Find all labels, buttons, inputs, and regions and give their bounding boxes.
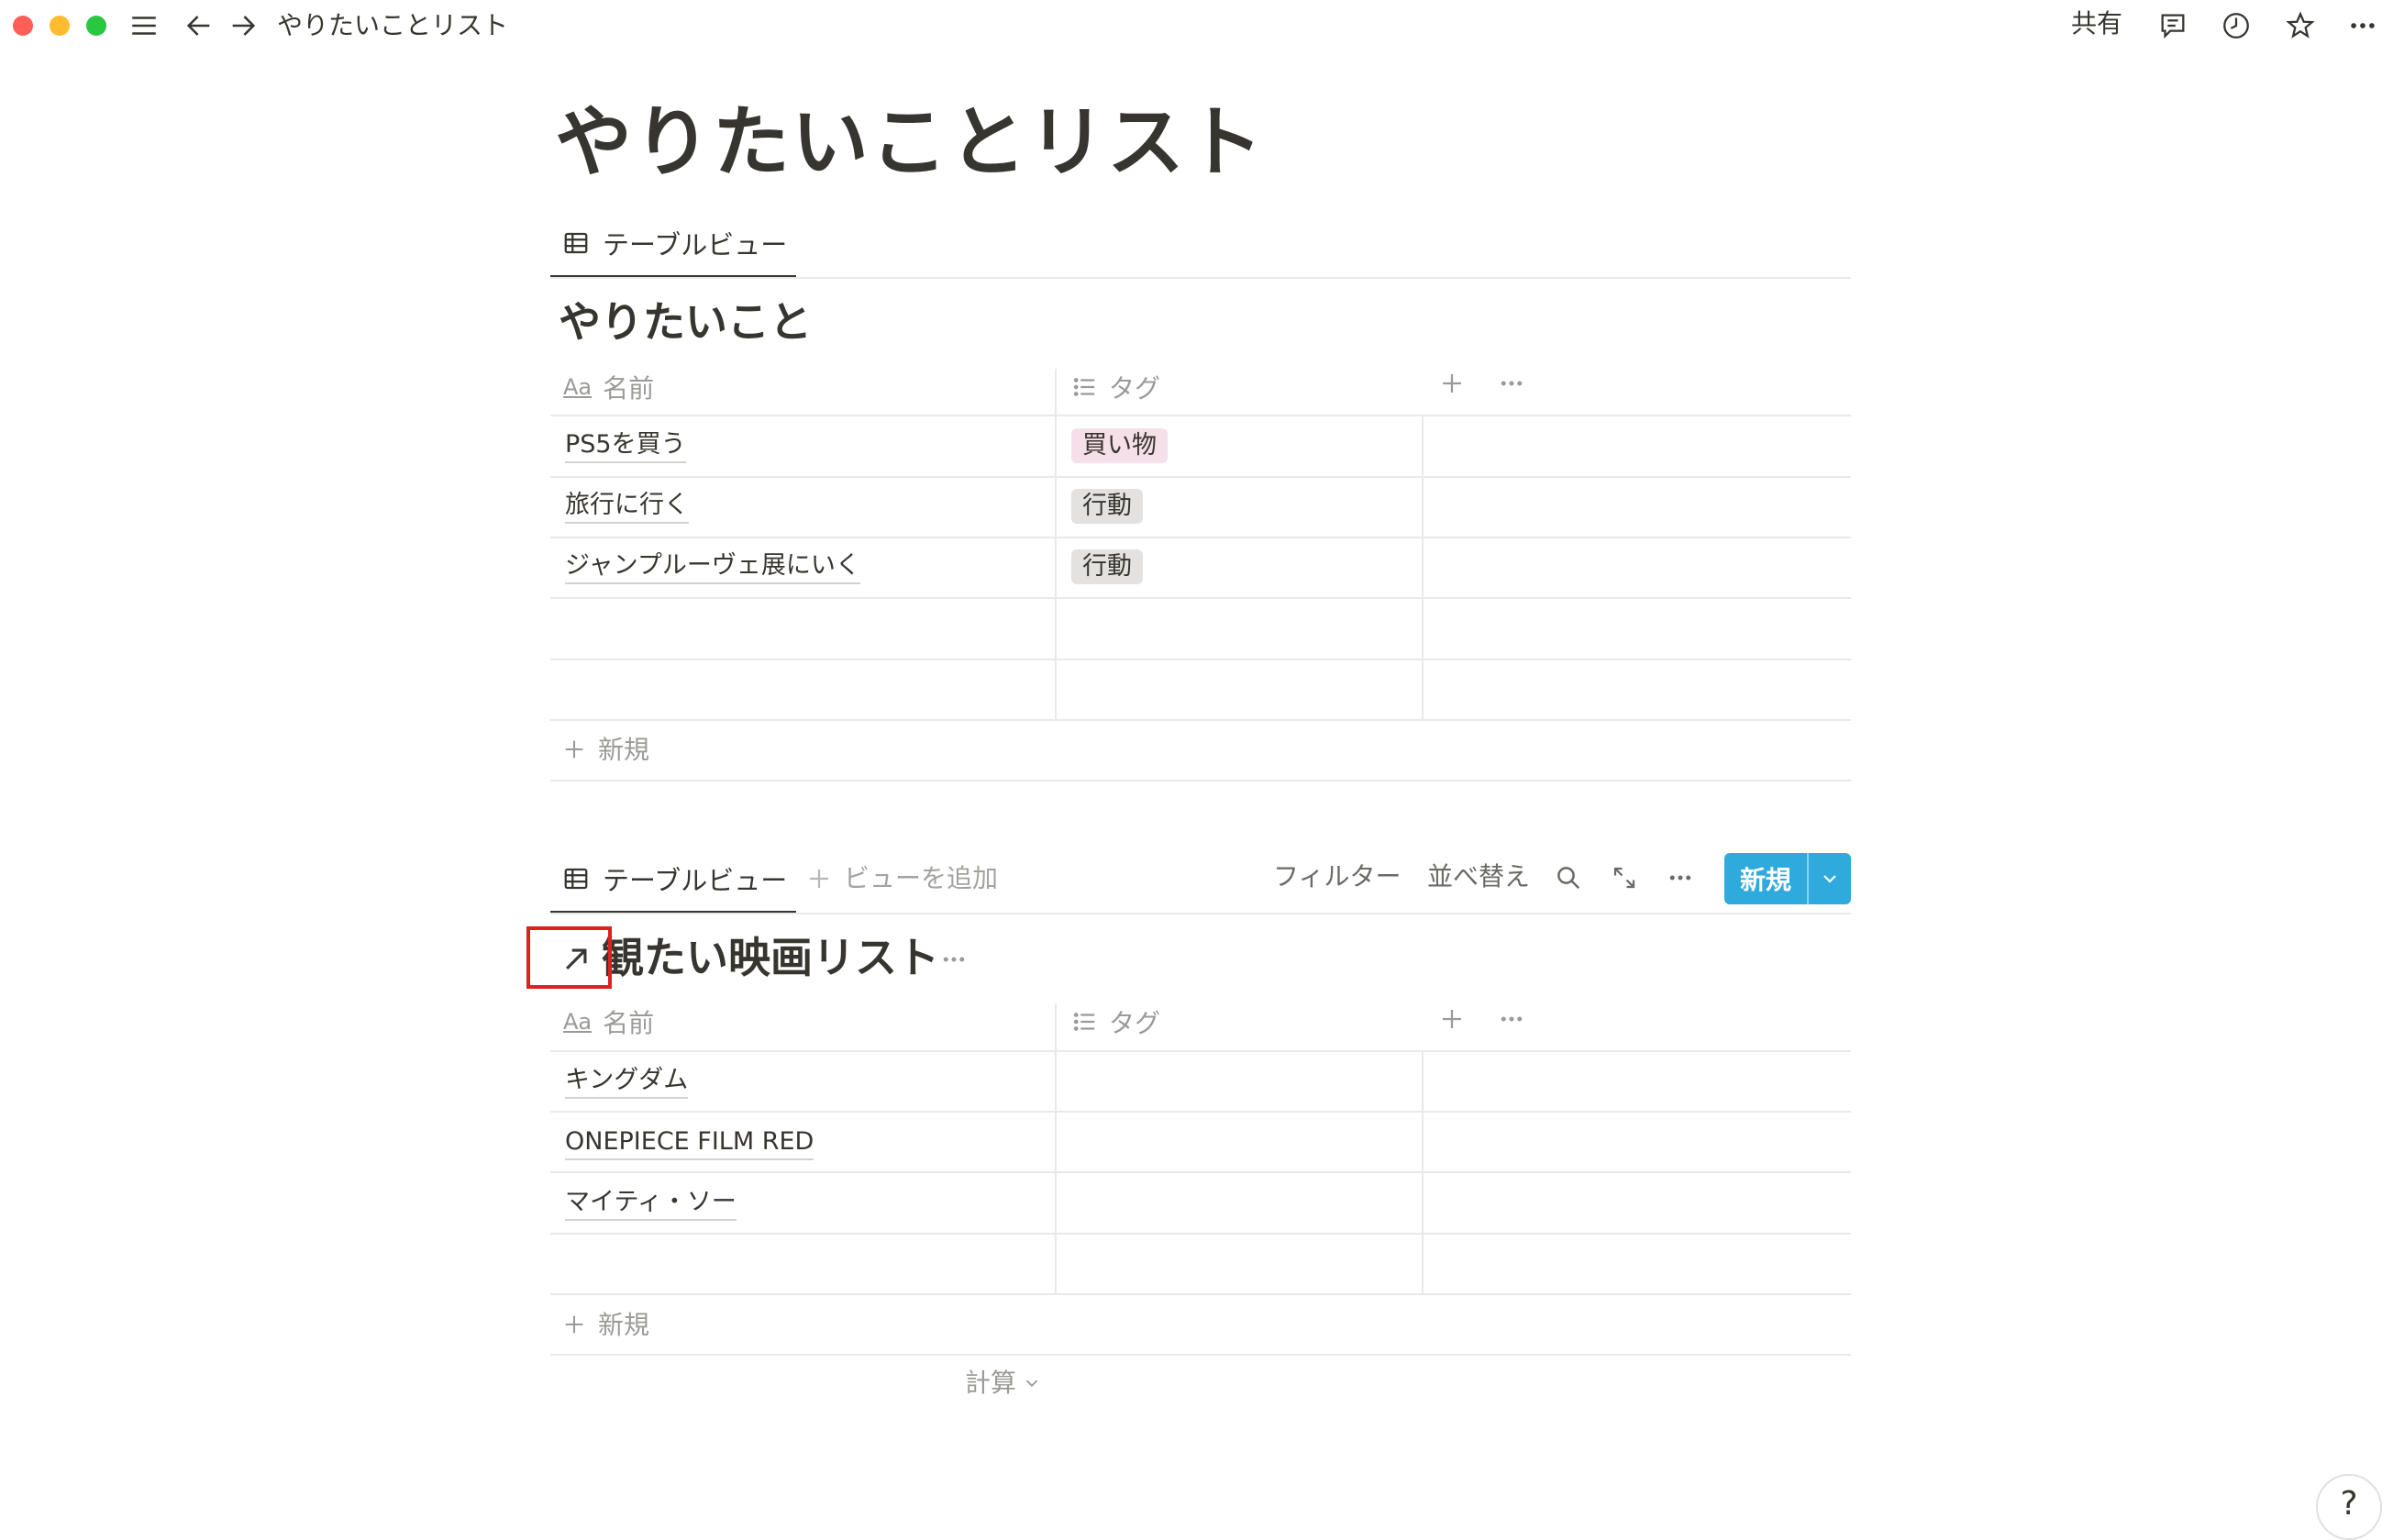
chevron-down-icon	[1022, 1373, 1042, 1393]
row-divider	[550, 1171, 1851, 1173]
row-name-cell[interactable]: PS5を買う	[565, 428, 686, 463]
close-window-button[interactable]	[13, 16, 33, 36]
new-row-button[interactable]: 新規	[598, 1309, 649, 1342]
minimize-window-button[interactable]	[50, 16, 70, 36]
calculate-button[interactable]: 計算	[965, 1367, 1042, 1400]
column-divider	[1422, 415, 1424, 719]
more-icon[interactable]	[1666, 864, 1695, 892]
row-divider	[550, 719, 1851, 721]
row-divider	[550, 659, 1851, 660]
list-property-icon	[1070, 373, 1098, 401]
row-name-cell[interactable]: マイティ・ソー	[565, 1186, 737, 1221]
row-divider	[550, 597, 1851, 599]
share-button[interactable]: 共有	[2071, 7, 2122, 40]
row-name-cell[interactable]: ジャンプルーヴェ展にいく	[565, 549, 860, 584]
row-divider	[550, 1050, 1851, 1052]
column-more-icon[interactable]	[1497, 370, 1526, 397]
sort-button[interactable]: 並べ替え	[1427, 860, 1530, 893]
table-icon	[562, 865, 590, 892]
column-header-tag[interactable]: タグ	[1070, 369, 1160, 405]
row-divider	[550, 1293, 1851, 1295]
row-divider	[550, 1111, 1851, 1113]
plus-icon[interactable]	[561, 737, 587, 762]
breadcrumb[interactable]: やりたいことリスト	[277, 9, 508, 42]
database-title[interactable]: 観たい映画リスト	[602, 930, 939, 985]
divider	[550, 913, 1851, 914]
column-divider	[1055, 1003, 1057, 1293]
clock-icon[interactable]	[2218, 7, 2255, 44]
column-more-icon[interactable]	[1497, 1005, 1526, 1033]
tag-badge[interactable]: 行動	[1071, 549, 1143, 584]
row-name-cell[interactable]: キングダム	[565, 1064, 689, 1099]
comment-icon[interactable]	[2155, 7, 2191, 44]
row-divider	[550, 476, 1851, 478]
plus-icon[interactable]	[805, 865, 833, 892]
column-divider	[1422, 1050, 1424, 1293]
text-property-icon: Aa	[563, 374, 593, 400]
database-title[interactable]: やりたいこと	[559, 294, 812, 349]
row-divider	[550, 537, 1851, 538]
filter-button[interactable]: フィルター	[1273, 860, 1401, 893]
new-button[interactable]: 新規	[1724, 853, 1851, 904]
row-name-cell[interactable]: 旅行に行く	[565, 489, 689, 524]
row-divider	[550, 415, 1851, 416]
plus-icon[interactable]	[561, 1312, 587, 1337]
new-button-label[interactable]: 新規	[1724, 853, 1807, 904]
row-divider	[550, 780, 1851, 781]
column-header-tag[interactable]: タグ	[1070, 1003, 1160, 1040]
list-property-icon	[1070, 1008, 1098, 1036]
highlight-box	[526, 926, 612, 989]
tab-label: テーブルビュー	[603, 865, 788, 896]
column-header-name[interactable]: Aa 名前	[563, 1003, 654, 1040]
expand-icon[interactable]	[1611, 864, 1638, 892]
tab-table-view[interactable]: テーブルビュー	[562, 218, 787, 268]
row-divider	[550, 1233, 1851, 1235]
row-divider	[550, 1354, 1851, 1356]
menu-icon[interactable]	[126, 7, 162, 44]
add-property-plus-icon[interactable]	[1438, 1005, 1466, 1033]
column-header-name[interactable]: Aa 名前	[563, 369, 654, 405]
tag-badge[interactable]: 買い物	[1071, 428, 1168, 463]
more-icon[interactable]	[2344, 7, 2381, 44]
back-arrow-icon[interactable]	[181, 7, 217, 44]
search-icon[interactable]	[1555, 864, 1582, 892]
tag-badge[interactable]: 行動	[1071, 489, 1143, 524]
column-divider	[1055, 369, 1057, 719]
table-icon	[562, 229, 590, 257]
tab-label: テーブルビュー	[603, 229, 788, 260]
maximize-window-button[interactable]	[86, 16, 106, 36]
new-row-button[interactable]: 新規	[598, 734, 649, 767]
add-view-button[interactable]: ビューを追加	[844, 862, 998, 895]
chevron-down-icon[interactable]	[1809, 853, 1851, 904]
text-property-icon: Aa	[563, 1009, 593, 1035]
row-name-cell[interactable]: ONEPIECE FILM RED	[565, 1125, 814, 1160]
page-title[interactable]: やりたいことリスト	[555, 92, 1265, 193]
forward-arrow-icon[interactable]	[225, 7, 261, 44]
star-icon[interactable]	[2282, 7, 2319, 44]
divider	[550, 277, 1851, 279]
add-property-plus-icon[interactable]	[1438, 370, 1466, 397]
help-button[interactable]: ?	[2316, 1474, 2382, 1540]
tab-table-view[interactable]: テーブルビュー	[562, 854, 787, 903]
title-more-icon[interactable]	[939, 946, 969, 973]
